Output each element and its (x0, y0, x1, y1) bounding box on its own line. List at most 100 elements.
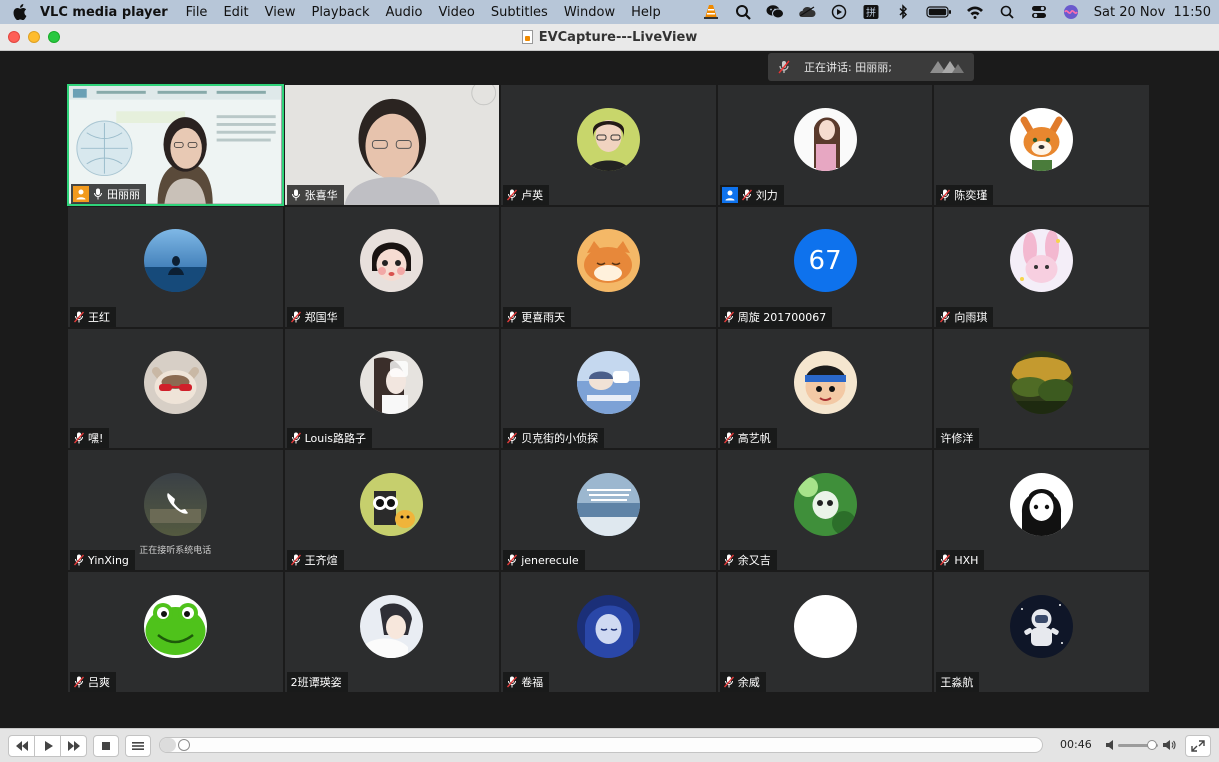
menu-audio[interactable]: Audio (378, 5, 431, 20)
participant-tile[interactable]: 贝克街的小侦探 (500, 327, 717, 450)
participant-tile[interactable]: jenerecule (500, 449, 717, 572)
muted-mic-icon (507, 311, 518, 323)
participant-tile[interactable]: 田丽丽 (67, 84, 284, 206)
participant-tile[interactable]: Louis路路子 (283, 327, 501, 450)
participant-avatar (360, 351, 424, 415)
wifi-icon[interactable] (966, 4, 984, 20)
apple-menu-icon[interactable] (0, 4, 40, 20)
rewind-button[interactable] (8, 735, 35, 757)
participant-name: 陈奕瑾 (954, 188, 988, 202)
muted-mic-icon (74, 554, 84, 566)
participant-tile[interactable]: 向雨琪 (933, 205, 1150, 328)
seek-bar[interactable] (159, 737, 1043, 753)
fullscreen-button[interactable] (1185, 735, 1211, 757)
menu-view[interactable]: View (257, 5, 304, 20)
participant-tile[interactable]: 吕爽 (67, 571, 284, 693)
participant-tile[interactable]: 陈奕瑾 (933, 84, 1150, 206)
window-title: EVCapture---LiveView (538, 29, 698, 45)
participant-tile[interactable]: 67 周旋 201700067 (716, 205, 934, 328)
window-close-button[interactable] (8, 31, 20, 43)
wechat-icon[interactable] (766, 4, 784, 20)
participant-avatar (143, 351, 207, 415)
participant-name-tag: 余威 (719, 671, 766, 692)
cloud-icon[interactable] (798, 4, 816, 20)
participant-tile[interactable]: 余威 (716, 571, 934, 693)
muted-mic-icon (74, 676, 84, 688)
app-name-menu[interactable]: VLC media player (40, 5, 168, 20)
participant-tile[interactable]: 嘿! (67, 327, 284, 450)
host-person-icon (721, 186, 738, 203)
control-center-icon[interactable] (1030, 4, 1048, 20)
seek-knob[interactable] (177, 739, 190, 751)
participant-avatar (1010, 472, 1074, 536)
participant-tile[interactable]: 刘力 (716, 84, 934, 206)
participant-tile[interactable]: 王淼航 (933, 571, 1150, 693)
spotlight-search-icon[interactable] (998, 4, 1016, 20)
participant-name-tag: jenerecule (503, 550, 585, 571)
input-method-icon[interactable]: 拼 (862, 4, 880, 20)
playlist-button[interactable] (125, 735, 151, 757)
search-zoom-icon[interactable] (734, 4, 752, 20)
muted-mic-icon (290, 311, 301, 323)
menu-file[interactable]: File (178, 5, 216, 20)
bluetooth-icon[interactable] (894, 4, 912, 20)
participant-tile[interactable]: 更喜雨天 (500, 205, 717, 328)
vlc-cone-icon[interactable] (702, 4, 720, 20)
menu-subtitles[interactable]: Subtitles (483, 5, 556, 20)
muted-mic-icon (290, 554, 301, 566)
participant-avatar (576, 351, 640, 415)
muted-mic-icon (74, 432, 84, 444)
participant-name: HXH (954, 553, 979, 567)
menu-help[interactable]: Help (623, 5, 669, 20)
window-minimize-button[interactable] (28, 31, 40, 43)
participant-tile[interactable]: 卢英 (500, 84, 717, 206)
muted-mic-icon (74, 311, 84, 323)
volume-knob[interactable] (1147, 740, 1157, 750)
playlist-icon (132, 742, 144, 750)
stop-icon (102, 742, 110, 750)
participant-tile[interactable]: 卷福 (500, 571, 717, 693)
window-title-bar: EVCapture---LiveView (0, 24, 1219, 51)
menu-edit[interactable]: Edit (215, 5, 256, 20)
participant-name-tag: 贝克街的小侦探 (503, 428, 605, 449)
participant-name-tag: 王红 (70, 306, 116, 327)
participant-name-tag: 卷福 (503, 671, 550, 692)
participant-tile[interactable]: 2班谭瑛姿 (283, 571, 501, 693)
play-circle-icon[interactable] (830, 4, 848, 20)
participant-tile[interactable]: HXH (933, 449, 1150, 572)
participant-name: 田丽丽 (107, 187, 140, 201)
participant-tile[interactable]: 正在接听系统电话 YinXing (67, 449, 284, 572)
participant-avatar (576, 472, 640, 536)
participant-name-tag: 郑国华 (286, 306, 344, 327)
participant-name: 更喜雨天 (521, 310, 566, 324)
participant-avatar (360, 229, 424, 293)
participant-tile[interactable]: 王齐煊 (283, 449, 501, 572)
participant-tile[interactable]: 许修洋 (933, 327, 1150, 450)
menubar-clock[interactable]: Sat 20 Nov 11:50 (1094, 5, 1211, 20)
play-button[interactable] (34, 735, 61, 757)
participant-tile[interactable]: 高艺帆 (716, 327, 934, 450)
menu-video[interactable]: Video (430, 5, 482, 20)
fast-forward-button[interactable] (60, 735, 87, 757)
participant-tile[interactable]: 郑国华 (283, 205, 501, 328)
elapsed-time[interactable]: 00:46 (1060, 738, 1092, 751)
watermark-logo-icon (930, 61, 964, 73)
siri-icon[interactable] (1062, 4, 1080, 20)
battery-icon[interactable] (926, 4, 952, 20)
menu-playback[interactable]: Playback (303, 5, 377, 20)
volume-low-icon[interactable] (1105, 739, 1117, 751)
participant-tile[interactable]: 张喜华 (283, 84, 501, 206)
video-canvas[interactable]: 正在讲话: 田丽丽; 田丽丽 张喜华 卢英 刘力 陈奕瑾 王红 郑国华 更喜雨天 67 周旋 20… (0, 51, 1219, 728)
participant-name: 卢英 (521, 188, 544, 202)
muted-mic-icon (507, 432, 518, 444)
participant-name-tag: 张喜华 (286, 184, 344, 205)
stop-button[interactable] (93, 735, 119, 757)
participant-tile[interactable]: 余又吉 (716, 449, 934, 572)
menu-window[interactable]: Window (556, 5, 623, 20)
muted-mic-icon (723, 311, 734, 323)
volume-slider[interactable] (1118, 740, 1158, 750)
volume-high-icon[interactable] (1162, 739, 1176, 751)
participant-tile[interactable]: 王红 (67, 205, 284, 328)
participant-name: 郑国华 (304, 310, 338, 324)
window-zoom-button[interactable] (48, 31, 60, 43)
